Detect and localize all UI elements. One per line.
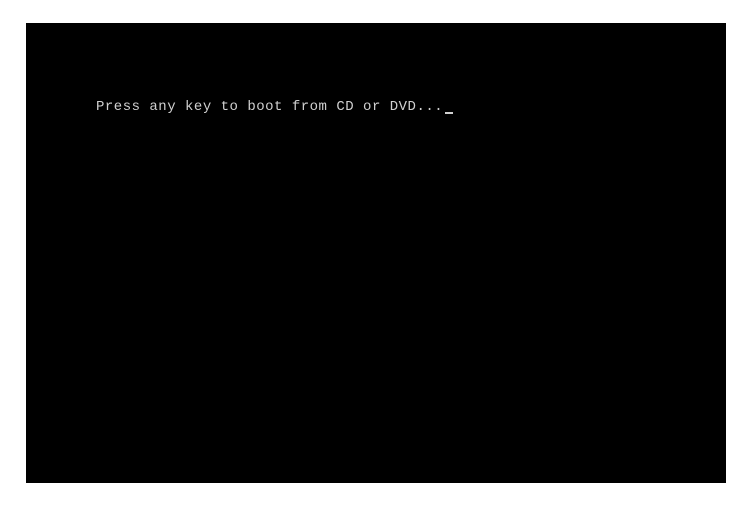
boot-prompt-text: Press any key to boot from CD or DVD... bbox=[96, 99, 443, 115]
text-cursor bbox=[445, 112, 453, 114]
boot-screen[interactable]: Press any key to boot from CD or DVD... bbox=[26, 23, 726, 483]
